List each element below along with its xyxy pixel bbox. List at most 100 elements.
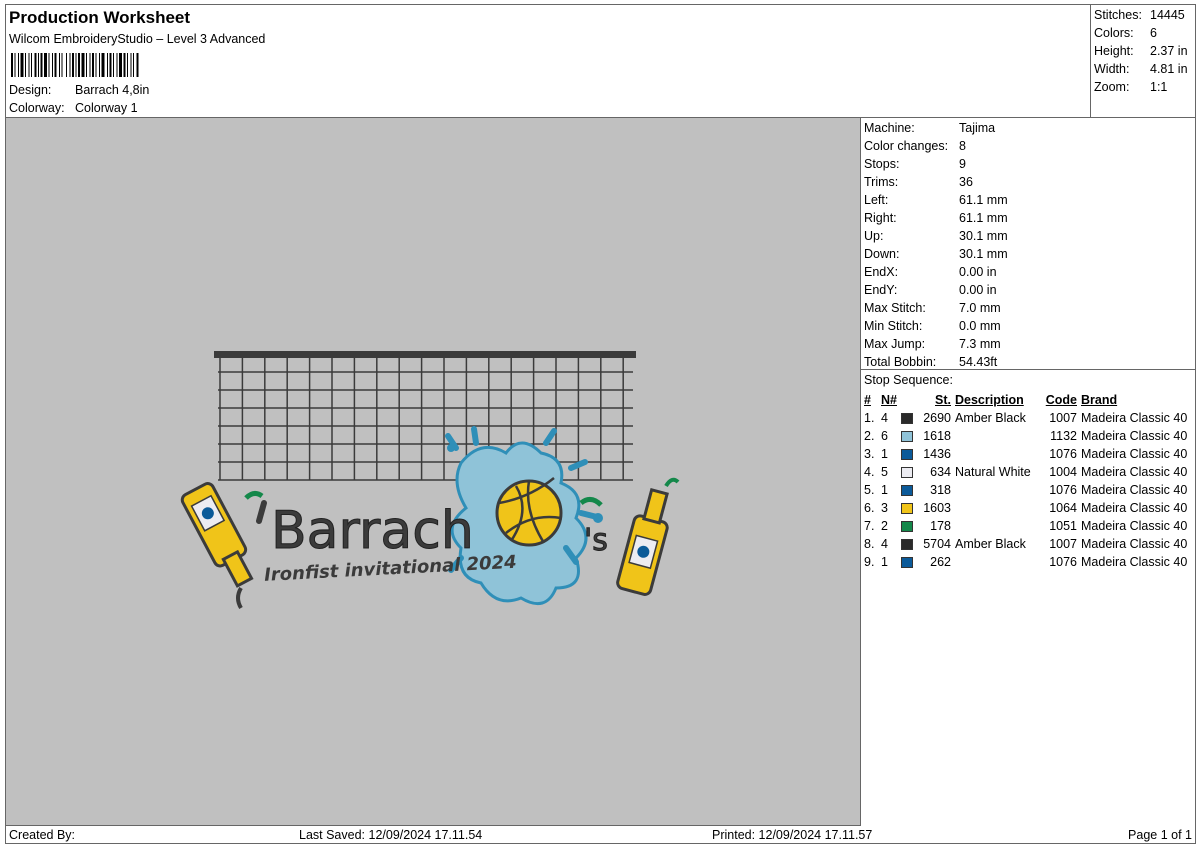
row-number: 1. bbox=[864, 411, 875, 425]
machine-info-label: Up: bbox=[864, 229, 884, 243]
row-description bbox=[951, 445, 1039, 463]
table-row: 6. 3 1603 1064 Madeira Classic 40 bbox=[864, 499, 1187, 517]
machine-info-value: 54.43ft bbox=[959, 355, 998, 369]
machine-info-value: 9 bbox=[959, 157, 966, 171]
machine-info-value: 0.00 in bbox=[959, 283, 997, 297]
machine-info-value: 61.1 mm bbox=[959, 193, 1008, 207]
color-swatch bbox=[901, 521, 913, 533]
machine-info-row: Color changes: 8 bbox=[864, 139, 966, 153]
row-number: 4. bbox=[864, 465, 875, 479]
barcode-bar bbox=[136, 53, 139, 77]
machine-info-label: Max Jump: bbox=[864, 337, 926, 351]
barcode-bar bbox=[127, 53, 128, 77]
barcode-bar bbox=[99, 53, 100, 77]
barcode-bar bbox=[81, 53, 85, 77]
barcode-bar bbox=[38, 53, 39, 77]
row-number: 9. bbox=[864, 555, 875, 569]
row-description bbox=[951, 517, 1039, 535]
stat-width: Width: 4.81 in bbox=[1094, 62, 1188, 76]
barcode-bar bbox=[48, 53, 50, 77]
machine-info-row: Max Stitch: 7.0 mm bbox=[864, 301, 1001, 315]
row-stitches: 1436 bbox=[923, 447, 951, 461]
row-description bbox=[951, 427, 1039, 445]
table-header-row: # N# St. Description Code Brand bbox=[864, 391, 1187, 409]
barcode-bar bbox=[92, 53, 94, 77]
barcode-bar bbox=[130, 53, 132, 77]
color-swatch bbox=[901, 413, 913, 425]
barcode-bar bbox=[52, 53, 53, 77]
row-brand: Madeira Classic 40 bbox=[1081, 483, 1188, 497]
table-row: 7. 2 178 1051 Madeira Classic 40 bbox=[864, 517, 1187, 535]
row-brand: Madeira Classic 40 bbox=[1081, 519, 1188, 533]
worksheet-footer: Created By: Last Saved: 12/09/2024 17.11… bbox=[6, 826, 1196, 844]
net-top-band bbox=[214, 351, 636, 358]
color-swatch bbox=[901, 467, 913, 479]
barcode bbox=[11, 53, 139, 77]
barcode-bar bbox=[14, 53, 16, 77]
row-brand: Madeira Classic 40 bbox=[1081, 429, 1188, 443]
barcode-bar bbox=[75, 53, 77, 77]
row-needle: 5 bbox=[881, 465, 888, 479]
volleyball-net bbox=[214, 351, 636, 481]
row-stitches: 5704 bbox=[923, 537, 951, 551]
barcode-bar bbox=[66, 53, 67, 77]
col-header-num: # bbox=[864, 393, 871, 407]
barcode-bar bbox=[28, 53, 30, 77]
color-swatch bbox=[901, 539, 913, 551]
col-header-needle: N# bbox=[881, 393, 897, 407]
row-needle: 3 bbox=[881, 501, 888, 515]
row-brand: Madeira Classic 40 bbox=[1081, 411, 1188, 425]
design-row: Design: Barrach 4,8in bbox=[9, 83, 149, 97]
col-header-swatch bbox=[901, 391, 915, 409]
row-needle: 1 bbox=[881, 483, 888, 497]
barcode-bar bbox=[107, 53, 108, 77]
machine-info-row: Min Stitch: 0.0 mm bbox=[864, 319, 1001, 333]
embroidery-design: Barrach 's Ironfist invitational 2024 bbox=[180, 351, 680, 610]
barcode-bar bbox=[89, 53, 91, 77]
last-saved: Last Saved: 12/09/2024 17.11.54 bbox=[299, 828, 483, 842]
barcode-bar bbox=[101, 53, 105, 77]
row-needle: 1 bbox=[881, 447, 888, 461]
machine-info-value: Tajima bbox=[959, 121, 996, 135]
machine-info-row: Stops: 9 bbox=[864, 157, 966, 171]
stat-value: 4.81 in bbox=[1150, 62, 1188, 76]
row-number: 7. bbox=[864, 519, 875, 533]
machine-info-row: Max Jump: 7.3 mm bbox=[864, 337, 1001, 351]
printed-date: Printed: 12/09/2024 17.11.57 bbox=[712, 828, 873, 842]
row-stitches: 1618 bbox=[923, 429, 951, 443]
row-code: 1007 bbox=[1049, 411, 1077, 425]
row-number: 8. bbox=[864, 537, 875, 551]
row-description bbox=[951, 553, 1039, 571]
stop-sequence-table: # N# St. Description Code Brand 1. 4 2690 A… bbox=[864, 391, 1187, 571]
colorway-label: Colorway: bbox=[9, 101, 65, 115]
row-needle: 6 bbox=[881, 429, 888, 443]
row-swatch bbox=[901, 481, 915, 499]
row-code: 1076 bbox=[1049, 555, 1077, 569]
barcode-bar bbox=[20, 53, 24, 77]
design-s-text: 's bbox=[584, 523, 608, 558]
barcode-bar bbox=[18, 53, 19, 77]
machine-info-row: Up: 30.1 mm bbox=[864, 229, 1008, 243]
machine-info-value: 7.3 mm bbox=[959, 337, 1001, 351]
row-swatch bbox=[901, 535, 915, 553]
machine-info-label: Down: bbox=[864, 247, 900, 261]
colorway-value: Colorway 1 bbox=[75, 101, 138, 115]
created-by: Created By: bbox=[9, 828, 76, 842]
design-label: Design: bbox=[9, 83, 52, 97]
machine-info-row: Right: 61.1 mm bbox=[864, 211, 1008, 225]
stat-stitches: Stitches: 14445 bbox=[1094, 8, 1185, 22]
production-worksheet: Production Worksheet Wilcom EmbroiderySt… bbox=[5, 4, 1196, 844]
row-swatch bbox=[901, 499, 915, 517]
stat-label: Colors: bbox=[1094, 26, 1134, 40]
barcode-bar bbox=[86, 53, 87, 77]
machine-info-label: Left: bbox=[864, 193, 889, 207]
machine-info: Machine: Tajima Color changes: 8 Stops: 9 Trim… bbox=[861, 118, 1196, 370]
row-description bbox=[951, 499, 1039, 517]
stat-zoom: Zoom: 1:1 bbox=[1094, 80, 1167, 94]
barcode-bar bbox=[123, 53, 126, 77]
stat-value: 2.37 in bbox=[1150, 44, 1188, 58]
barcode-bar bbox=[113, 53, 114, 77]
row-description: Amber Black bbox=[955, 537, 1026, 551]
row-needle: 4 bbox=[881, 537, 888, 551]
stop-sequence-title: Stop Sequence: bbox=[864, 373, 953, 387]
